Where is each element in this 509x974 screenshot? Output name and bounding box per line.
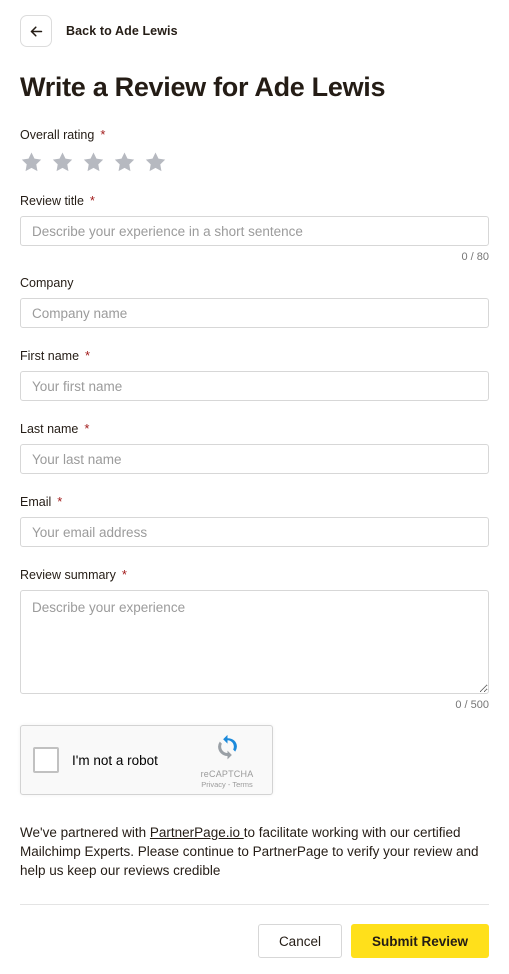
recaptcha-brand-name: reCAPTCHA <box>200 769 254 779</box>
label-first-name: First name * <box>20 348 489 364</box>
required-asterisk: * <box>84 421 90 436</box>
recaptcha-checkbox[interactable] <box>33 747 59 773</box>
required-asterisk: * <box>57 494 63 509</box>
required-asterisk: * <box>89 193 95 208</box>
label-overall-rating: Overall rating * <box>20 127 489 143</box>
page-title: Write a Review for Ade Lewis <box>20 72 386 102</box>
label-email: Email * <box>20 494 489 510</box>
star-icon-2[interactable] <box>51 150 74 173</box>
back-button[interactable] <box>20 15 52 47</box>
label-text: Email <box>20 495 52 509</box>
review-title-counter: 0 / 80 <box>461 251 489 263</box>
label-text: Review summary <box>20 568 116 582</box>
label-review-summary: Review summary * <box>20 567 489 583</box>
back-navigation-bar: Back to Ade Lewis <box>20 0 489 47</box>
label-text: Last name <box>20 422 79 436</box>
star-icon-5[interactable] <box>144 150 167 173</box>
star-rating-input[interactable] <box>20 150 489 173</box>
recaptcha-branding: reCAPTCHA Privacy - Terms <box>191 734 263 789</box>
label-text: Overall rating <box>20 128 95 142</box>
label-company: Company <box>20 275 489 291</box>
partnerpage-link[interactable]: PartnerPage.io <box>150 825 244 840</box>
label-text: First name <box>20 349 80 363</box>
required-asterisk: * <box>100 127 106 142</box>
field-company: Company <box>20 275 489 328</box>
label-text: Review title <box>20 194 84 208</box>
email-input[interactable] <box>20 517 489 547</box>
field-email: Email * <box>20 494 489 547</box>
recaptcha-links[interactable]: Privacy - Terms <box>191 780 263 789</box>
company-input[interactable] <box>20 298 489 328</box>
cancel-button[interactable]: Cancel <box>257 924 342 958</box>
field-review-title: Review title * 0 / 80 <box>20 193 489 263</box>
star-icon-3[interactable] <box>82 150 105 173</box>
field-last-name: Last name * <box>20 421 489 474</box>
note-before-link: We've partnered with <box>20 825 150 840</box>
label-review-title: Review title * <box>20 193 489 209</box>
review-form-page: Back to Ade Lewis Write a Review for Ade… <box>0 0 509 958</box>
recaptcha-widget[interactable]: I'm not a robot reCAPTCHA Privacy - Term… <box>20 725 273 795</box>
review-form: Overall rating * Review title * 0 / 80 <box>20 127 489 974</box>
review-summary-counter: 0 / 500 <box>455 699 489 711</box>
star-icon-1[interactable] <box>20 150 43 173</box>
back-label[interactable]: Back to Ade Lewis <box>66 24 178 38</box>
form-actions: Cancel Submit Review <box>20 924 489 974</box>
submit-review-button[interactable]: Submit Review <box>350 924 489 958</box>
label-text: Company <box>20 276 74 290</box>
recaptcha-label: I'm not a robot <box>72 752 158 768</box>
label-last-name: Last name * <box>20 421 489 437</box>
last-name-input[interactable] <box>20 444 489 474</box>
required-asterisk: * <box>121 567 127 582</box>
arrow-left-icon <box>28 23 45 40</box>
review-summary-textarea[interactable] <box>20 590 489 694</box>
recaptcha-logo-icon <box>191 734 263 768</box>
field-first-name: First name * <box>20 348 489 401</box>
review-title-input[interactable] <box>20 216 489 246</box>
footer-divider <box>20 904 489 905</box>
field-overall-rating: Overall rating * <box>20 127 489 173</box>
star-icon-4[interactable] <box>113 150 136 173</box>
partner-note: We've partnered with PartnerPage.io to f… <box>20 823 489 880</box>
first-name-input[interactable] <box>20 371 489 401</box>
field-review-summary: Review summary * 0 / 500 <box>20 567 489 711</box>
required-asterisk: * <box>85 348 91 363</box>
